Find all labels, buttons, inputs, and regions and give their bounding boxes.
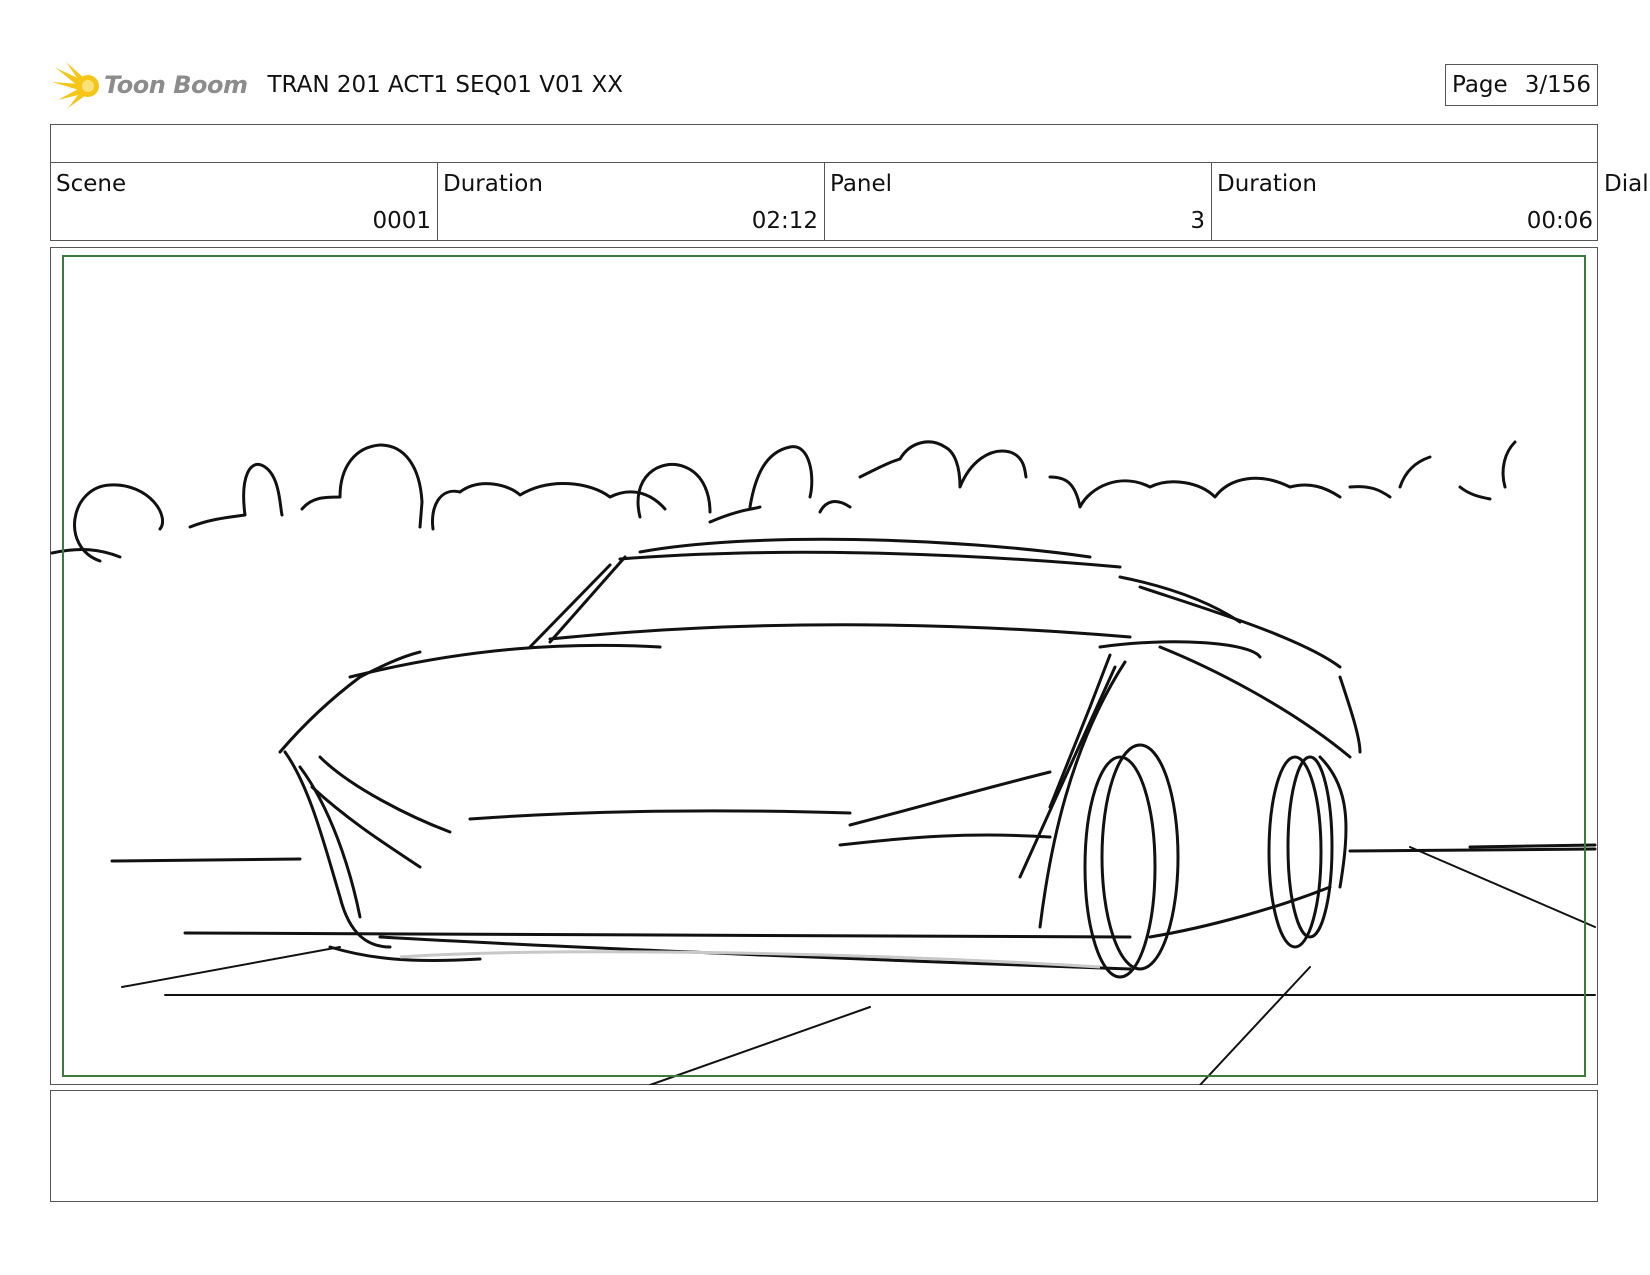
page-header: Toon Boom TRAN 201 ACT1 SEQ01 V01 XX — [52, 56, 623, 114]
panel-duration-cell: Duration 00:06 — [1212, 163, 1599, 240]
scene-value: 0001 — [372, 208, 431, 234]
page-label: Page — [1452, 72, 1508, 98]
page-indicator: Page 3/156 — [1445, 64, 1598, 106]
header-strip — [50, 124, 1598, 163]
project-title: TRAN 201 ACT1 SEQ01 V01 XX — [267, 72, 624, 98]
storyboard-page: Toon Boom TRAN 201 ACT1 SEQ01 V01 XX Pag… — [0, 0, 1650, 1275]
sun-burst-icon — [52, 62, 99, 108]
panel-value: 3 — [1190, 208, 1205, 234]
toon-boom-logo: Toon Boom — [52, 56, 248, 114]
panel-label: Panel — [830, 171, 893, 197]
panel-cell: Panel 3 — [825, 163, 1212, 240]
page-number: 3/156 — [1524, 72, 1591, 98]
panel-info-row: Scene 0001 Duration 02:12 Panel 3 Durati… — [50, 163, 1598, 241]
panel-duration-value: 00:06 — [1526, 208, 1593, 234]
scene-duration-value: 02:12 — [751, 208, 818, 234]
dialog-label: Dialo — [1604, 171, 1650, 197]
scene-duration-label: Duration — [443, 171, 543, 197]
notes-box[interactable] — [50, 1090, 1598, 1202]
panel-duration-label: Duration — [1217, 171, 1317, 197]
brand-name: Toon Boom — [104, 71, 248, 99]
scene-label: Scene — [56, 171, 127, 197]
scene-cell: Scene 0001 — [51, 163, 438, 240]
scene-duration-cell: Duration 02:12 — [438, 163, 825, 240]
panel-safe-frame — [62, 255, 1586, 1077]
